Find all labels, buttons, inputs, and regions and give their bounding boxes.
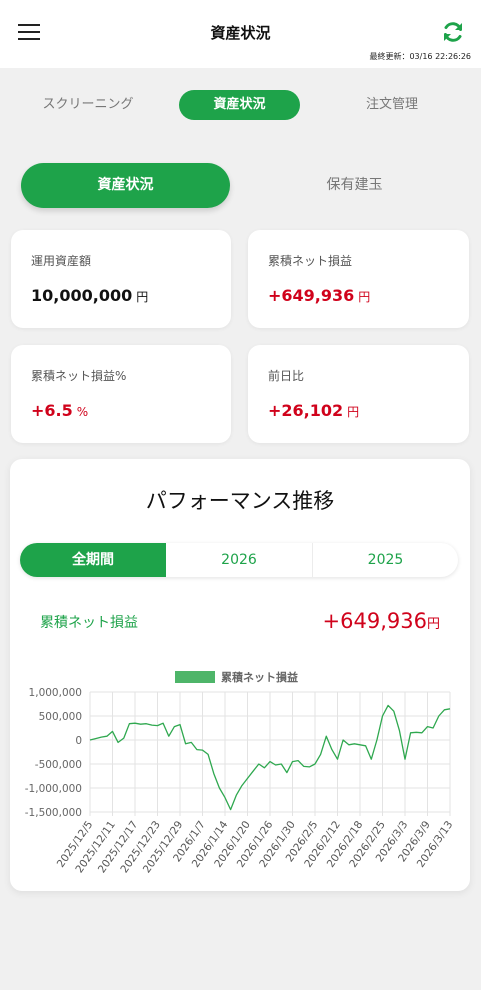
legend-swatch [175, 671, 215, 683]
assets-value: 10,000,000 [31, 286, 133, 305]
y-tick-label: -500,000 [35, 759, 82, 771]
day-change-label: 前日比 [268, 369, 305, 383]
card-cumulative-pnl: 累積ネット損益 +649,936 円 [248, 230, 469, 328]
card-assets: 運用資産額 10,000,000 円 [11, 230, 231, 328]
assets-label: 運用資産額 [31, 254, 92, 268]
legend-label: 累積ネット損益 [221, 670, 298, 684]
cum-pnl-label: 累積ネット損益 [268, 254, 353, 268]
nav-tab-orders[interactable]: 注文管理 [322, 90, 462, 120]
page-title: 資産状況 [210, 24, 271, 42]
cum-pnl-pct-unit: % [76, 405, 89, 419]
y-tick-label: -1,000,000 [25, 783, 82, 795]
assets-value-wrap: 10,000,000 円 [31, 286, 148, 305]
segment-tab-positions[interactable]: 保有建玉 [250, 163, 459, 208]
app-header: 資産状況 最終更新：03/16 22:26:26 [0, 0, 481, 68]
y-tick-label: 1,000,000 [29, 687, 82, 699]
assets-unit: 円 [136, 290, 149, 304]
day-change-value-wrap: +26,102 円 [268, 401, 359, 420]
y-tick-label: -1,500,000 [25, 807, 82, 819]
refresh-icon[interactable] [441, 20, 465, 44]
nav-tab-assets[interactable]: 資産状況 [179, 90, 300, 120]
segment-tab-assets[interactable]: 資産状況 [21, 163, 230, 208]
cum-pnl-value: +649,936 [268, 286, 355, 305]
card-cumulative-pnl-pct: 累積ネット損益% +6.5% [11, 345, 231, 443]
day-change-unit: 円 [347, 405, 360, 419]
performance-line-chart: 累積ネット損益 1,000,000 500,000 0 -500,000 -1,000,0… [25, 670, 456, 875]
main-nav: スクリーニング 資産状況 注文管理 [0, 68, 481, 142]
day-change-value: +26,102 [268, 401, 344, 420]
y-tick-label: 500,000 [39, 711, 82, 723]
y-tick-label: 0 [75, 735, 82, 747]
cum-pnl-value-wrap: +649,936 円 [268, 286, 370, 305]
cum-pnl-pct-label: 累積ネット損益% [31, 369, 127, 383]
cum-pnl-pct-value: +6.5 [31, 401, 73, 420]
last-updated-timestamp: 最終更新：03/16 22:26:26 [369, 52, 471, 61]
cum-pnl-pct-value-wrap: +6.5% [31, 401, 88, 420]
card-day-change: 前日比 +26,102 円 [248, 345, 469, 443]
performance-card: パフォーマンス推移 全期間 2026 2025 累積ネット損益 +649,936… [10, 459, 470, 891]
cum-pnl-unit: 円 [358, 290, 371, 304]
nav-tab-screening[interactable]: スクリーニング [18, 90, 158, 120]
